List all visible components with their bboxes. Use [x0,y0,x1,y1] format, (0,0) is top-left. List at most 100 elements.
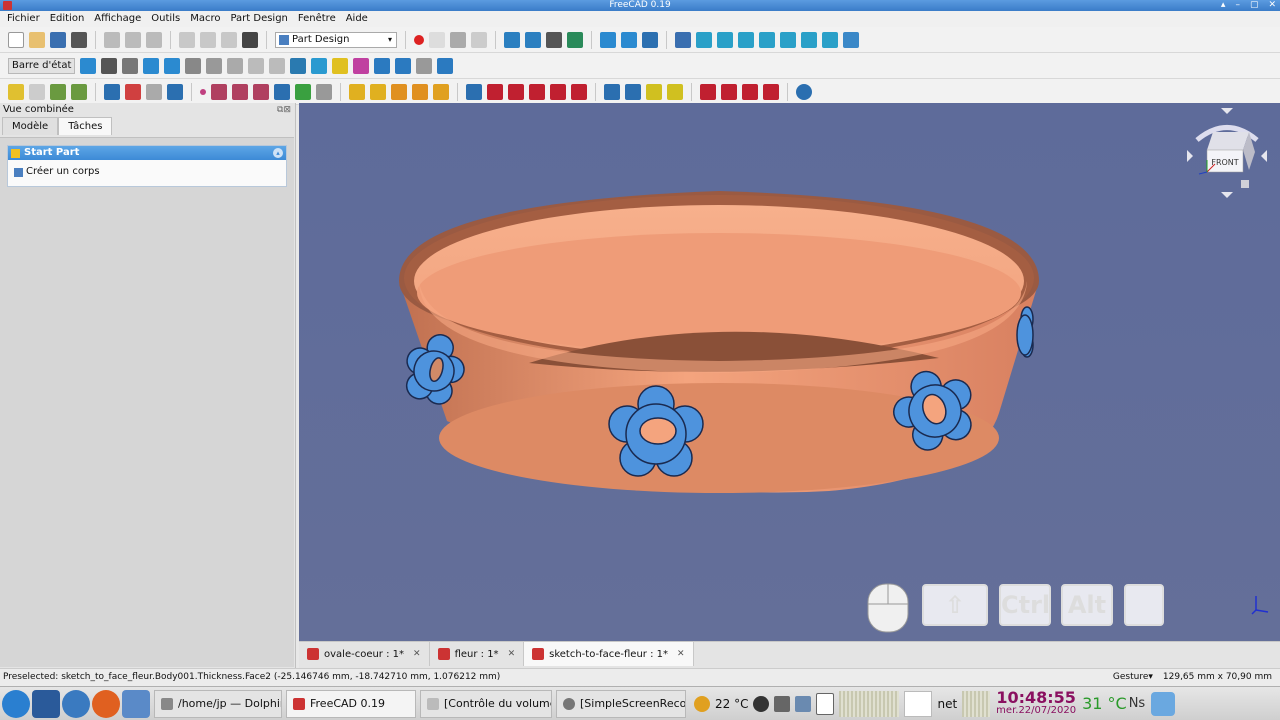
measure-icon[interactable] [843,31,859,48]
close-tab-icon[interactable]: ✕ [413,649,421,659]
rear-view-icon[interactable] [780,31,796,48]
menu-part-design[interactable]: Part Design [230,11,287,27]
new-document-icon[interactable] [8,31,24,48]
edit-macro-icon[interactable] [450,31,466,48]
3d-viewport[interactable]: FRONT ⇧ Ctrl Alt [299,103,1280,641]
menu-fichier[interactable]: Fichier [7,11,40,27]
pad-icon[interactable] [349,83,365,100]
run-macro-icon[interactable] [471,31,487,48]
taskbar-window-volume[interactable]: [Contrôle du volume] [420,689,552,718]
subshape-binder-icon[interactable] [295,83,311,100]
cut-icon[interactable] [104,31,120,48]
taskbar-window-freecad[interactable]: FreeCAD 0.19 [286,689,416,718]
minimize-button[interactable]: – [1235,0,1240,11]
menu-macro[interactable]: Macro [190,11,220,27]
doc-tab-sketch-to-face-fleur[interactable]: sketch-to-face-fleur : 1* ✕ [524,642,694,666]
create-sketch-icon[interactable] [50,83,66,100]
pocket-icon[interactable] [466,83,482,100]
clone-icon-2[interactable] [316,83,332,100]
whats-this-icon[interactable] [242,31,258,48]
close-tab-icon[interactable]: ✕ [508,649,516,659]
close-tab-icon[interactable]: ✕ [677,649,685,659]
menu-fenetre[interactable]: Fenêtre [298,11,336,27]
collapse-icon[interactable]: ▴ [273,148,283,158]
menu-outils[interactable]: Outils [151,11,180,27]
body-icon[interactable] [311,57,328,74]
navigation-style[interactable]: Gesture▾ [1113,669,1153,686]
clone-body-icon[interactable] [146,83,162,100]
app-launcher-icon[interactable] [2,689,30,718]
multi-transform-icon[interactable] [667,83,683,100]
spreadsheet-icon[interactable] [122,57,139,74]
sphere-icon[interactable] [227,57,244,74]
maximize-button[interactable]: ▢ [1250,0,1259,11]
datum-plane-icon[interactable] [232,83,248,100]
subtractive-pipe-icon[interactable] [550,83,566,100]
rotate-left-icon[interactable] [143,57,160,74]
tab-modele[interactable]: Modèle [2,117,59,135]
copy-icon[interactable] [125,31,141,48]
forward-arrow-icon[interactable] [621,31,637,48]
shape-binder-2-icon[interactable] [274,83,290,100]
task-create-body[interactable]: Créer un corps [8,160,286,177]
workbench-selector[interactable]: Part Design ▾ [275,31,397,48]
validate-sketch-icon[interactable] [71,83,87,100]
shape-binder-icon[interactable] [125,83,141,100]
isometric-view-icon[interactable] [696,31,712,48]
std-views-icon[interactable] [675,31,691,48]
paste-icon[interactable] [146,31,162,48]
save-icon[interactable] [50,31,66,48]
part-icon[interactable] [80,57,97,74]
tab-taches[interactable]: Tâches [58,117,113,135]
weather-icon[interactable] [694,695,710,712]
print-icon[interactable] [71,31,87,48]
subtractive-loft-icon[interactable] [529,83,545,100]
doc-tab-fleur[interactable]: fleur : 1* ✕ [430,642,525,666]
taskbar-window-screenrecorder[interactable]: [SimpleScreenReco... [556,689,686,718]
create-group-icon[interactable] [29,83,45,100]
firefox-icon[interactable] [92,689,120,718]
loft-icon[interactable] [391,83,407,100]
refresh-icon[interactable] [221,31,237,48]
additive-primitive-icon[interactable] [433,83,449,100]
link-icon[interactable] [185,57,202,74]
grid-icon[interactable] [416,57,433,74]
body-icon-2[interactable] [104,83,120,100]
front-view-icon[interactable] [717,31,733,48]
clock[interactable]: 10:48:55 mer.22/07/2020 [996,689,1076,717]
keep-above-button[interactable]: ▴ [1221,0,1226,11]
menu-aide[interactable]: Aide [346,11,368,27]
clone-icon[interactable] [332,57,349,74]
sync-view-icon[interactable] [642,31,658,48]
rotate-right-icon[interactable] [164,57,181,74]
rotate-icon[interactable] [395,57,412,74]
cylinder-icon[interactable] [269,57,286,74]
navigation-cube[interactable]: FRONT [1187,108,1267,198]
stop-macro-icon[interactable] [429,31,445,48]
network-icon[interactable] [795,695,812,712]
open-folder-icon[interactable] [29,31,45,48]
bowl-model[interactable]: FRONT [299,103,1280,641]
hole-icon[interactable] [487,83,503,100]
local-cs-icon[interactable] [253,83,269,100]
move-icon[interactable] [374,57,391,74]
update-arrow-icon[interactable] [1151,691,1176,716]
left-view-icon[interactable] [822,31,838,48]
back-arrow-icon[interactable] [600,31,616,48]
fillet-icon[interactable] [700,83,716,100]
sub-shape-binder-icon[interactable] [167,83,183,100]
transform-icon[interactable] [353,57,370,74]
bottom-view-icon[interactable] [801,31,817,48]
link-group-icon[interactable] [206,57,223,74]
top-view-icon[interactable] [738,31,754,48]
volume-icon[interactable] [774,695,791,712]
subtractive-primitive-icon[interactable] [571,83,587,100]
boolean-operation-icon[interactable] [796,83,812,100]
sweep-icon[interactable] [412,83,428,100]
taskbar-window-dolphin[interactable]: /home/jp — Dolphin [154,689,282,718]
groove-icon[interactable] [508,83,524,100]
mirrored-icon[interactable] [604,83,620,100]
desktop-icon[interactable] [32,689,60,718]
clipboard-icon[interactable] [816,692,835,715]
chamfer-icon[interactable] [721,83,737,100]
